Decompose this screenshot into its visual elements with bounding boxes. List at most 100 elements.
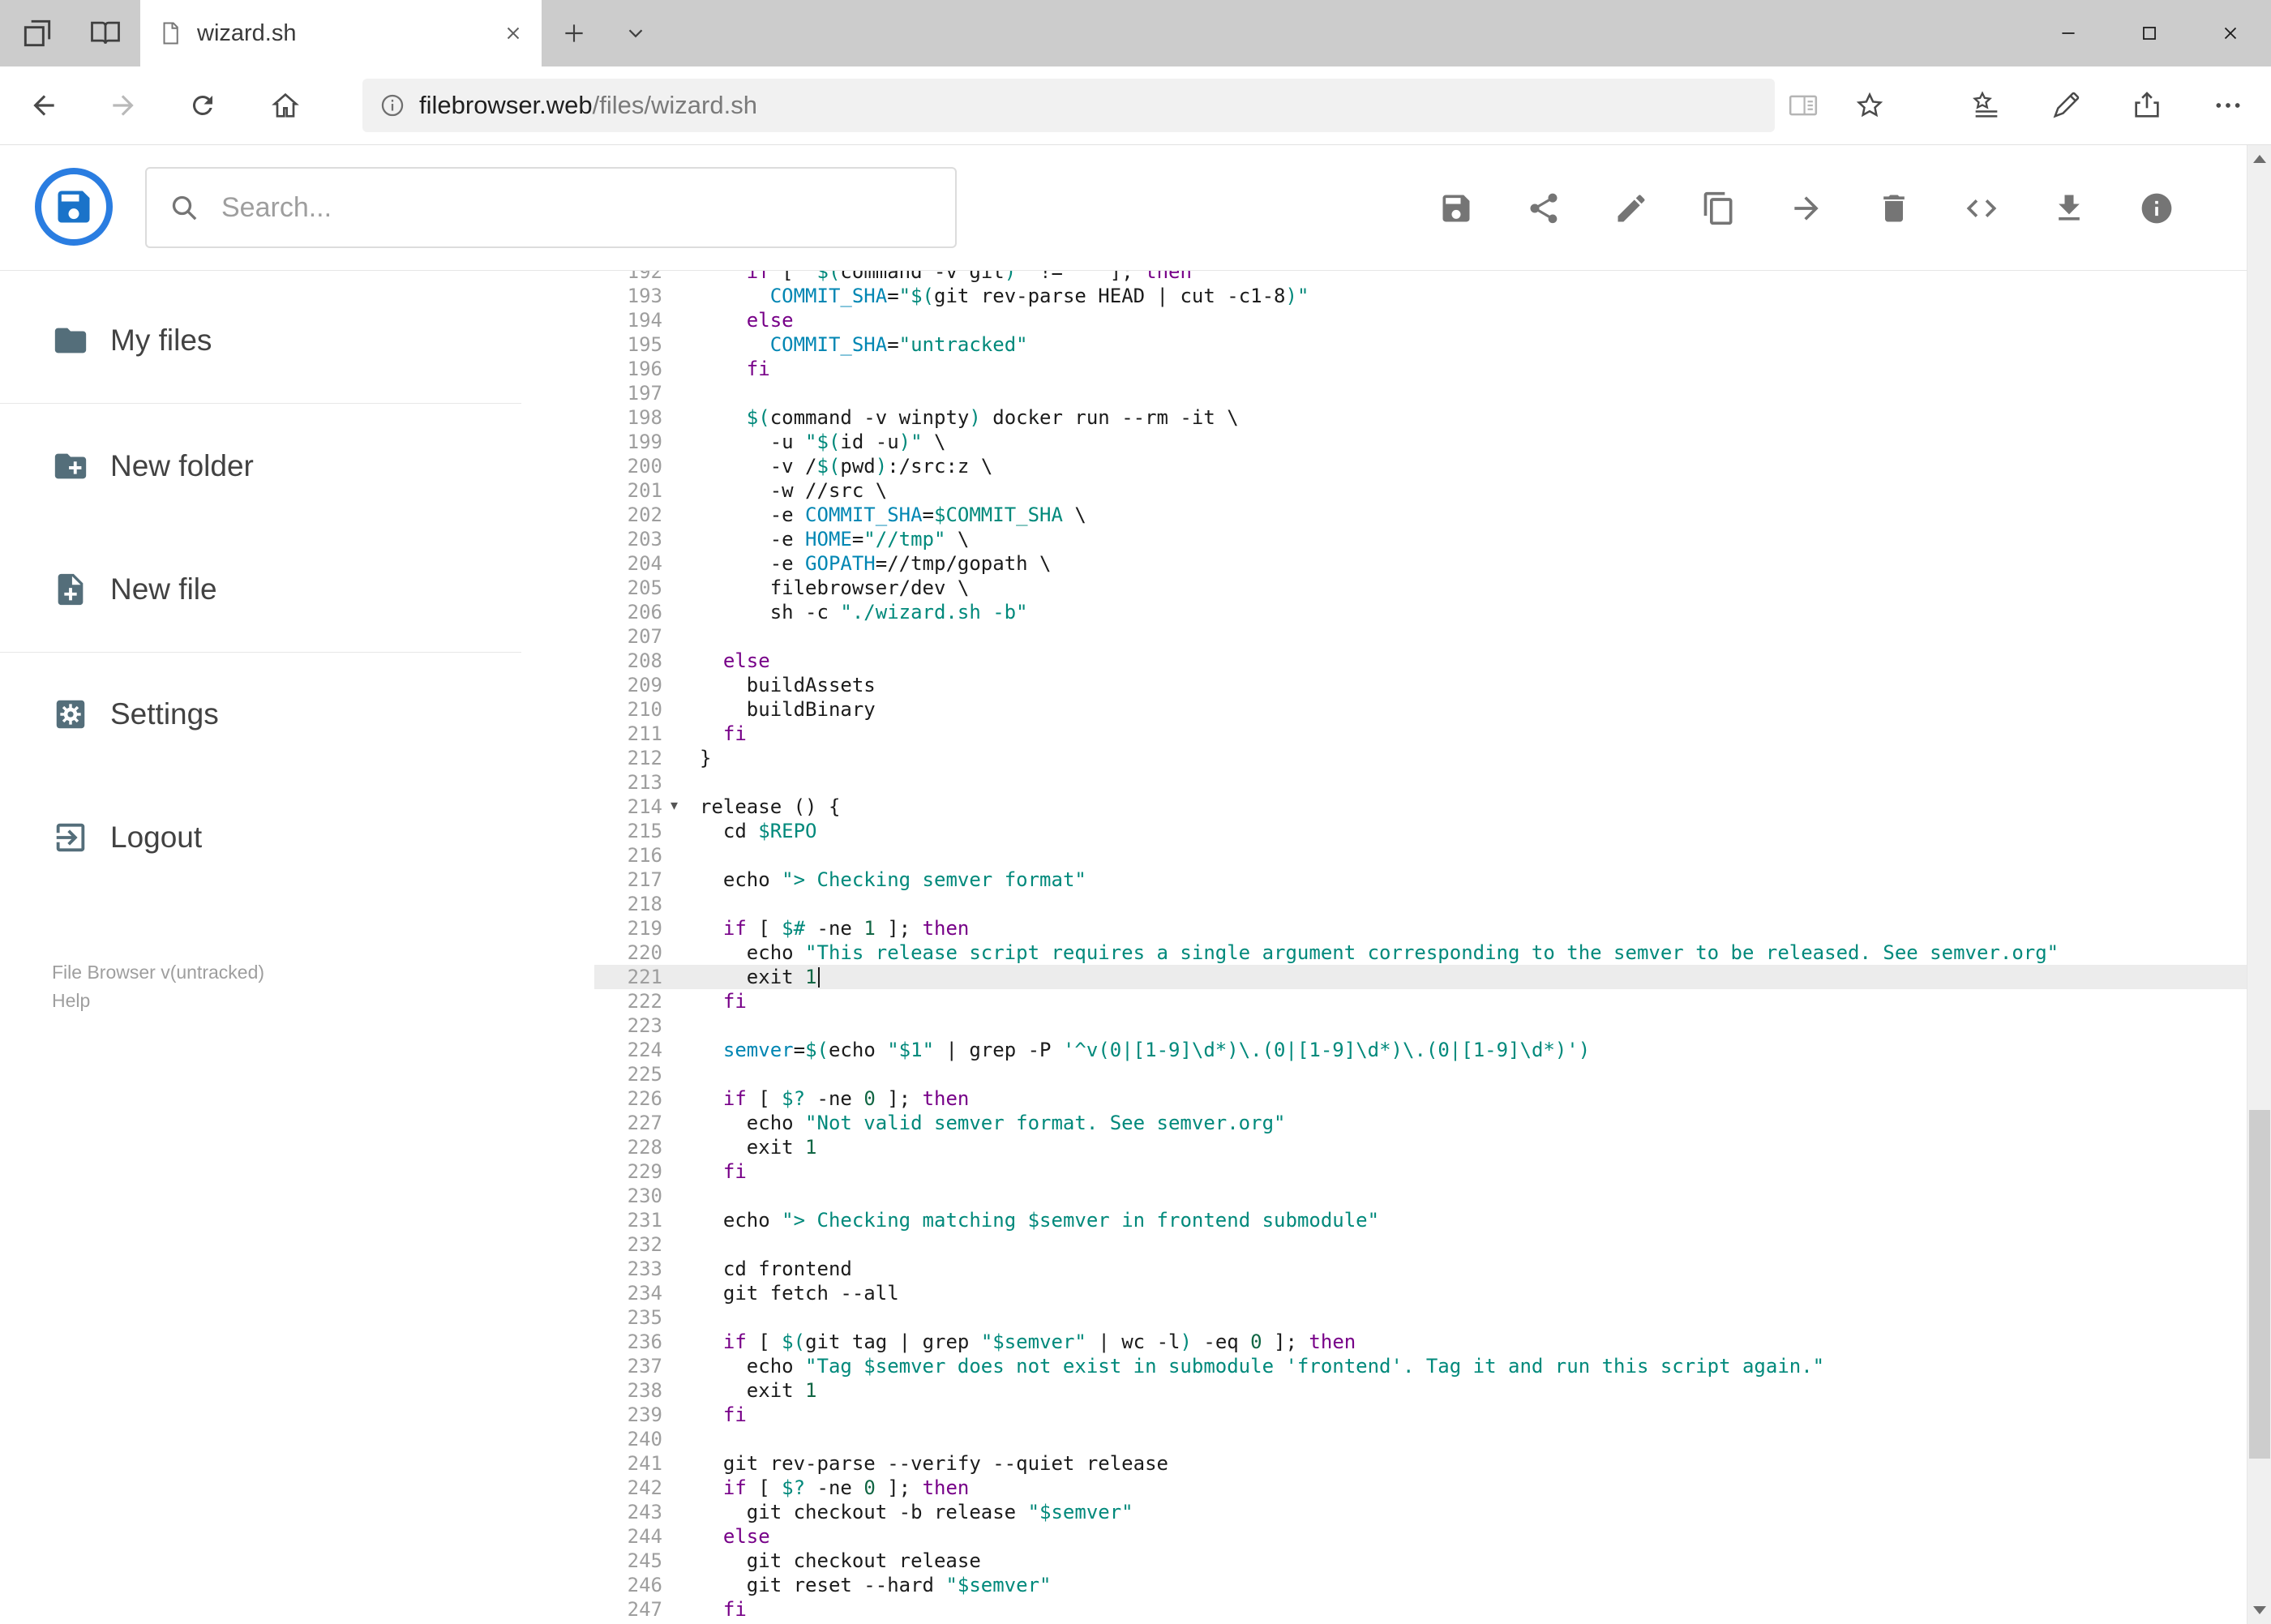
code-line[interactable]: 202 -e COMMIT_SHA=$COMMIT_SHA \: [594, 503, 2247, 527]
new-tab-button[interactable]: [551, 0, 597, 66]
code-line[interactable]: 211 fi: [594, 722, 2247, 746]
code-line[interactable]: 223: [594, 1013, 2247, 1038]
code-line[interactable]: 244 else: [594, 1524, 2247, 1549]
code-line[interactable]: 222 fi: [594, 989, 2247, 1013]
back-button[interactable]: [15, 66, 73, 144]
forward-button[interactable]: [94, 66, 152, 144]
hub-icon[interactable]: [1957, 66, 2016, 144]
code-line[interactable]: 243 git checkout -b release "$semver": [594, 1500, 2247, 1524]
delete-button[interactable]: [1868, 182, 1920, 234]
annotate-pen-icon[interactable]: [2037, 66, 2095, 144]
code-line[interactable]: 198 $(command -v winpty) docker run --rm…: [594, 405, 2247, 430]
favorite-star-icon[interactable]: [1840, 66, 1899, 144]
code-line[interactable]: 247 fi: [594, 1597, 2247, 1622]
info-button[interactable]: [2131, 182, 2183, 234]
code-line[interactable]: 226 if [ $? -ne 0 ]; then: [594, 1086, 2247, 1111]
code-line[interactable]: 235: [594, 1305, 2247, 1330]
close-button[interactable]: [2190, 0, 2271, 66]
code-line[interactable]: 197: [594, 381, 2247, 405]
search-input[interactable]: [220, 191, 934, 225]
code-line[interactable]: 225: [594, 1062, 2247, 1086]
code-line[interactable]: 241 git rev-parse --verify --quiet relea…: [594, 1451, 2247, 1476]
fold-marker-icon[interactable]: ▾: [671, 793, 678, 817]
scroll-up-icon[interactable]: [2247, 145, 2271, 173]
code-line[interactable]: 194 else: [594, 308, 2247, 332]
reading-view-icon[interactable]: [1774, 66, 1832, 144]
code-editor[interactable]: 192 if [ "$(command -v git)" != "" ]; th…: [594, 271, 2247, 1624]
page-scrollbar[interactable]: [2247, 145, 2271, 1624]
code-line[interactable]: 224 semver=$(echo "$1" | grep -P '^v(0|[…: [594, 1038, 2247, 1062]
tab-close-icon[interactable]: [503, 23, 524, 44]
address-bar[interactable]: filebrowser.web/files/wizard.sh: [362, 79, 1775, 132]
code-line[interactable]: 192 if [ "$(command -v git)" != "" ]; th…: [594, 271, 2247, 284]
rename-button[interactable]: [1605, 182, 1657, 234]
code-line[interactable]: 237 echo "Tag $semver does not exist in …: [594, 1354, 2247, 1378]
set-aside-tabs-icon[interactable]: [15, 11, 60, 56]
code-line[interactable]: 219 if [ $# -ne 1 ]; then: [594, 916, 2247, 941]
scroll-down-icon[interactable]: [2247, 1596, 2271, 1624]
code-line[interactable]: 209 buildAssets: [594, 673, 2247, 697]
code-line[interactable]: 201 -w //src \: [594, 478, 2247, 503]
code-line[interactable]: 215 cd $REPO: [594, 819, 2247, 843]
code-line[interactable]: 228 exit 1: [594, 1135, 2247, 1159]
code-line[interactable]: 196 fi: [594, 357, 2247, 381]
save-button[interactable]: [1430, 182, 1482, 234]
code-line[interactable]: 212}: [594, 746, 2247, 770]
code-line[interactable]: 240: [594, 1427, 2247, 1451]
code-line[interactable]: 207: [594, 624, 2247, 649]
code-line[interactable]: 208 else: [594, 649, 2247, 673]
more-options-icon[interactable]: [2199, 66, 2257, 144]
share-button[interactable]: [1518, 182, 1570, 234]
code-line[interactable]: 230: [594, 1184, 2247, 1208]
code-line[interactable]: 216: [594, 843, 2247, 868]
code-line[interactable]: 193 COMMIT_SHA="$(git rev-parse HEAD | c…: [594, 284, 2247, 308]
code-line[interactable]: 217 echo "> Checking semver format": [594, 868, 2247, 892]
sidebar-item-my-files[interactable]: My files: [52, 304, 212, 377]
sidebar-item-settings[interactable]: Settings: [52, 678, 219, 751]
code-line[interactable]: 205 filebrowser/dev \: [594, 576, 2247, 600]
app-logo[interactable]: [35, 168, 113, 246]
code-line[interactable]: 229 fi: [594, 1159, 2247, 1184]
code-line[interactable]: 245 git checkout release: [594, 1549, 2247, 1573]
help-link[interactable]: Help: [52, 987, 90, 1015]
code-line[interactable]: 200 -v /$(pwd):/src:z \: [594, 454, 2247, 478]
sidebar-item-logout[interactable]: Logout: [52, 801, 202, 874]
code-line[interactable]: 231 echo "> Checking matching $semver in…: [594, 1208, 2247, 1232]
share-icon[interactable]: [2118, 66, 2176, 144]
home-button[interactable]: [256, 66, 315, 144]
code-line[interactable]: 234 git fetch --all: [594, 1281, 2247, 1305]
code-line[interactable]: 204 -e GOPATH=//tmp/gopath \: [594, 551, 2247, 576]
tab-preview-icon[interactable]: [83, 11, 128, 56]
scrollbar-thumb[interactable]: [2249, 1110, 2270, 1459]
code-line[interactable]: 232: [594, 1232, 2247, 1257]
code-line[interactable]: 199 -u "$(id -u)" \: [594, 430, 2247, 454]
code-line[interactable]: 220 echo "This release script requires a…: [594, 941, 2247, 965]
code-line[interactable]: 242 if [ $? -ne 0 ]; then: [594, 1476, 2247, 1500]
sidebar-item-new-folder[interactable]: New folder: [52, 430, 254, 503]
code-line[interactable]: 236 if [ $(git tag | grep "$semver" | wc…: [594, 1330, 2247, 1354]
code-line[interactable]: 239 fi: [594, 1403, 2247, 1427]
copy-button[interactable]: [1693, 182, 1745, 234]
code-line[interactable]: 218: [594, 892, 2247, 916]
code-line[interactable]: 203 -e HOME="//tmp" \: [594, 527, 2247, 551]
browser-tab[interactable]: wizard.sh: [140, 0, 542, 66]
code-line[interactable]: 221 exit 1: [594, 965, 2247, 989]
search-box[interactable]: [145, 167, 957, 248]
code-line[interactable]: 210 buildBinary: [594, 697, 2247, 722]
maximize-button[interactable]: [2109, 0, 2190, 66]
minimize-button[interactable]: [2028, 0, 2109, 66]
move-button[interactable]: [1780, 182, 1832, 234]
code-line[interactable]: 195 COMMIT_SHA="untracked": [594, 332, 2247, 357]
sidebar-item-new-file[interactable]: New file: [52, 553, 217, 626]
code-line[interactable]: 213: [594, 770, 2247, 795]
code-line[interactable]: 238 exit 1: [594, 1378, 2247, 1403]
source-code-button[interactable]: [1956, 182, 2007, 234]
code-line[interactable]: 233 cd frontend: [594, 1257, 2247, 1281]
tab-list-chevron-icon[interactable]: [610, 0, 662, 66]
code-line[interactable]: 206 sh -c "./wizard.sh -b": [594, 600, 2247, 624]
code-line[interactable]: 246 git reset --hard "$semver": [594, 1573, 2247, 1597]
page-info-icon[interactable]: [379, 92, 406, 119]
refresh-button[interactable]: [174, 66, 232, 144]
code-line[interactable]: 227 echo "Not valid semver format. See s…: [594, 1111, 2247, 1135]
download-button[interactable]: [2043, 182, 2095, 234]
